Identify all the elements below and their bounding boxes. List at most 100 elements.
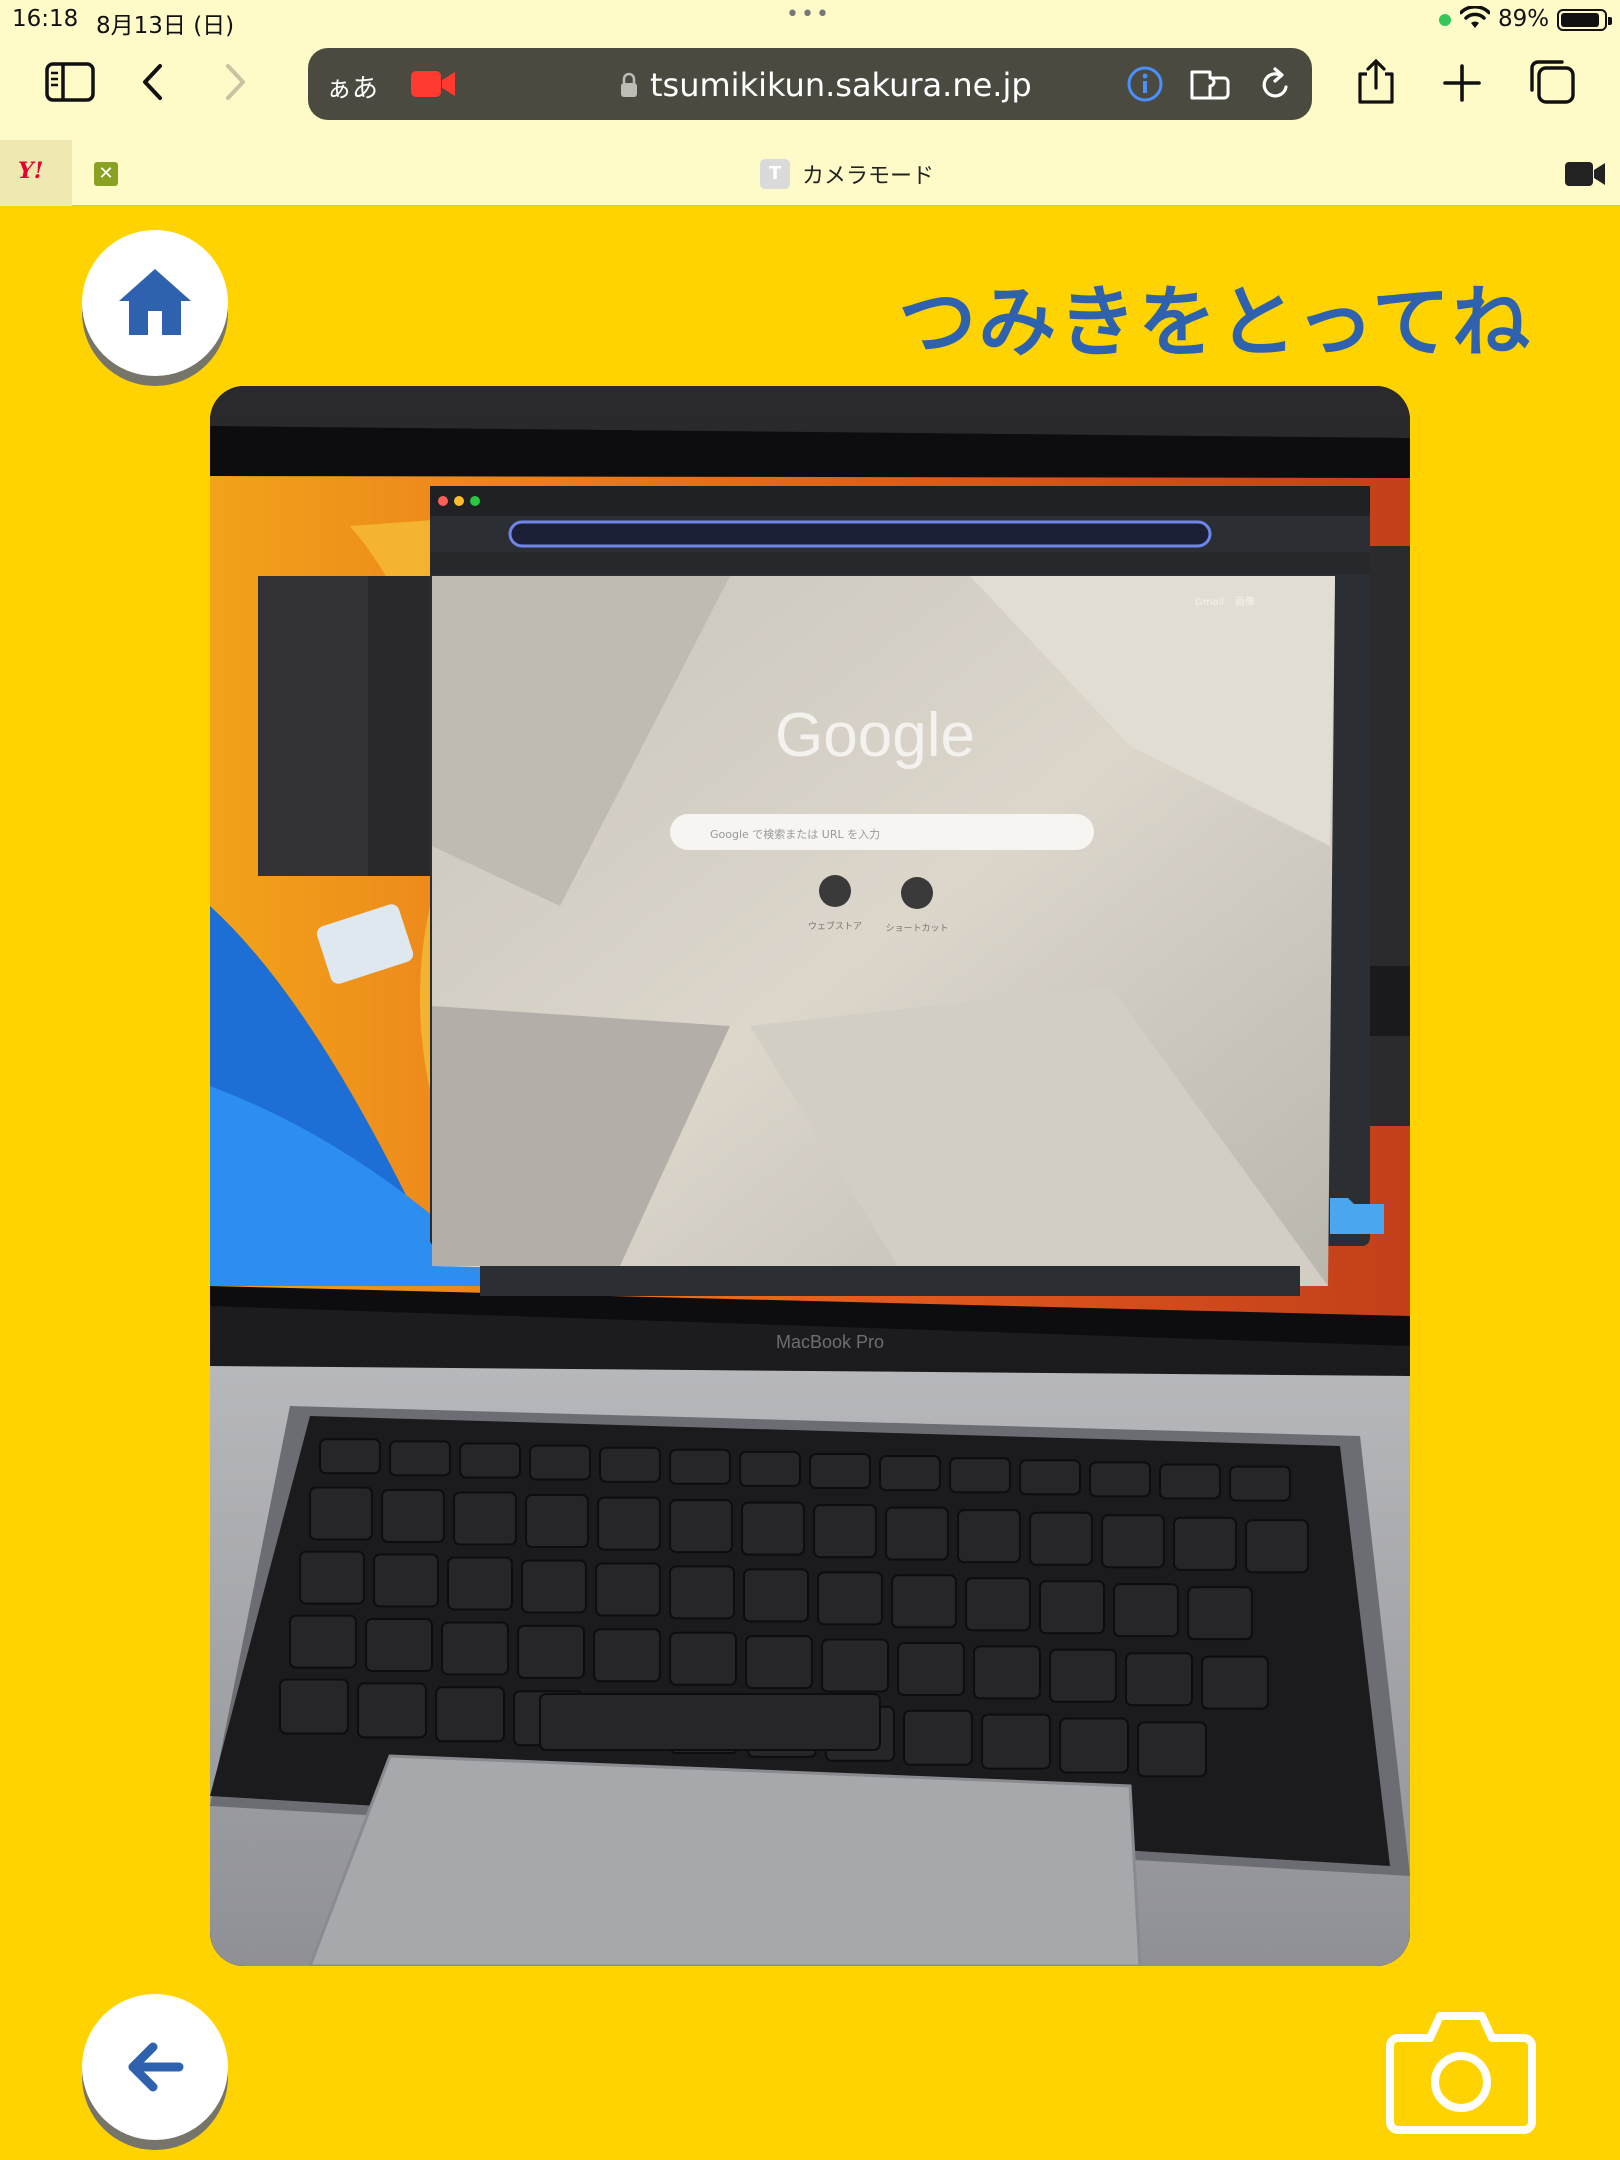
- keyboard-key: [885, 1506, 949, 1561]
- battery-icon: [1557, 9, 1612, 31]
- keyboard-key: [949, 1457, 1011, 1494]
- keyboard-key: [517, 1624, 585, 1679]
- keyboard-key: [453, 1491, 517, 1546]
- reload-icon[interactable]: [1258, 65, 1294, 103]
- arrow-left-icon: [128, 2042, 184, 2092]
- shortcut-webstore-label: ウェブストア: [808, 920, 862, 932]
- extensions-icon[interactable]: [1188, 66, 1234, 104]
- info-icon[interactable]: [1126, 65, 1164, 103]
- browser-toolbar: ぁあ tsumikikun.sakura.ne.jp: [0, 40, 1620, 140]
- camera-recording-icon[interactable]: [410, 68, 456, 100]
- keyboard-key: [447, 1556, 513, 1611]
- address-bar[interactable]: ぁあ tsumikikun.sakura.ne.jp: [308, 48, 1312, 120]
- keyboard-key: [1113, 1583, 1179, 1638]
- keyboard-key: [1137, 1721, 1207, 1778]
- keyboard-key: [1089, 1461, 1151, 1498]
- wifi-icon: [1460, 6, 1490, 28]
- keyboard-key: [669, 1448, 731, 1485]
- keyboard-key: [529, 1444, 591, 1481]
- yahoo-icon: Y!: [18, 158, 44, 184]
- keyboard-key: [1159, 1463, 1221, 1500]
- keyboard-key: [813, 1504, 877, 1559]
- camera-in-use-indicator: [1439, 14, 1451, 26]
- keyboard-key: [521, 1559, 587, 1614]
- keyboard-key: [1101, 1514, 1165, 1569]
- keyboard-key: [1039, 1580, 1105, 1635]
- keyboard-key: [745, 1635, 813, 1690]
- keyboard-key: [299, 1550, 365, 1605]
- shutter-button[interactable]: [1384, 2006, 1538, 2134]
- gmail-link: Gmail: [1195, 597, 1224, 608]
- keyboard-key: [1229, 1465, 1291, 1502]
- keyboard-key: [879, 1455, 941, 1492]
- keyboard-key: [595, 1562, 661, 1617]
- keyboard-key: [957, 1509, 1021, 1564]
- tabs-icon: [1530, 60, 1575, 104]
- back-nav-button[interactable]: [124, 56, 184, 108]
- back-button[interactable]: [82, 1994, 228, 2140]
- keyboard-key: [891, 1574, 957, 1629]
- keyboard-key: [903, 1709, 973, 1766]
- tab-overview-button[interactable]: [1522, 56, 1582, 108]
- keyboard-key: [357, 1682, 427, 1739]
- keyboard-key: [1029, 1511, 1093, 1566]
- page-menu-button[interactable]: ぁあ: [326, 68, 378, 105]
- keyboard-key: [599, 1446, 661, 1483]
- share-icon: [1358, 59, 1394, 104]
- keyboard-key: [981, 1713, 1051, 1770]
- status-time: 16:18: [12, 6, 79, 32]
- site-favicon-icon: T: [760, 159, 790, 189]
- camera-feed-image: Google Google で検索または URL を入力 ウェブストア ショート…: [210, 386, 1410, 1966]
- images-link: 画像: [1235, 596, 1255, 608]
- keyboard-key: [1187, 1586, 1253, 1641]
- battery-percent: 89%: [1498, 6, 1550, 32]
- status-bar: 16:18 8月13日 (日) ••• 89%: [0, 0, 1620, 40]
- keyboard-key: [459, 1442, 521, 1479]
- home-button[interactable]: [82, 230, 228, 376]
- google-search-placeholder: Google で検索または URL を入力: [710, 827, 880, 841]
- tab-title: カメラモード: [802, 164, 935, 189]
- tab-camera-mode[interactable]: T カメラモード: [760, 158, 934, 190]
- chevron-left-icon: [143, 64, 162, 100]
- keyboard-key: [817, 1571, 883, 1626]
- tab-strip: Y! ✕ T カメラモード: [0, 140, 1620, 206]
- keyboard-key: [1125, 1652, 1193, 1707]
- keyboard-key: [821, 1638, 889, 1693]
- multitasking-dots-icon[interactable]: •••: [786, 2, 831, 27]
- camera-preview: Google Google で検索または URL を入力 ウェブストア ショート…: [210, 386, 1410, 1966]
- status-date: 8月13日 (日): [96, 13, 235, 39]
- keyboard-key: [973, 1645, 1041, 1700]
- keyboard-key: [965, 1577, 1031, 1632]
- share-button[interactable]: [1346, 56, 1406, 108]
- tab-yahoo[interactable]: Y!: [0, 140, 72, 206]
- sidebar-icon: [45, 62, 95, 102]
- keyboard-key: [739, 1450, 801, 1487]
- home-icon: [119, 269, 191, 335]
- url-text[interactable]: tsumikikun.sakura.ne.jp: [650, 66, 1032, 104]
- new-tab-button[interactable]: [1432, 56, 1492, 108]
- camera-icon: [1386, 2012, 1536, 2134]
- keyboard-key: [309, 1486, 373, 1541]
- plus-icon: [1443, 64, 1481, 102]
- keyboard-key: [741, 1501, 805, 1556]
- keyboard-key: [435, 1686, 505, 1743]
- lock-icon: [621, 72, 637, 97]
- keyboard-key: [593, 1628, 661, 1683]
- keyboard-key: [441, 1621, 509, 1676]
- google-logo: Google: [775, 701, 975, 770]
- keyboard-key: [365, 1618, 433, 1673]
- macbook-label: MacBook Pro: [776, 1332, 884, 1352]
- shortcut-add-label: ショートカット: [885, 923, 948, 934]
- keyboard-key: [597, 1496, 661, 1551]
- keyboard-key: [389, 1440, 451, 1477]
- keyboard-key: [1245, 1519, 1309, 1574]
- forward-nav-button[interactable]: [204, 56, 264, 108]
- keyboard-key: [1059, 1717, 1129, 1774]
- keyboard-key: [1049, 1648, 1117, 1703]
- sidebar-toggle-button[interactable]: [40, 56, 100, 108]
- keyboard-spacebar: [539, 1693, 881, 1751]
- video-camera-icon[interactable]: [1564, 160, 1606, 188]
- tab-x[interactable]: ✕: [94, 162, 118, 186]
- keyboard-key: [1173, 1516, 1237, 1571]
- keyboard-key: [373, 1553, 439, 1608]
